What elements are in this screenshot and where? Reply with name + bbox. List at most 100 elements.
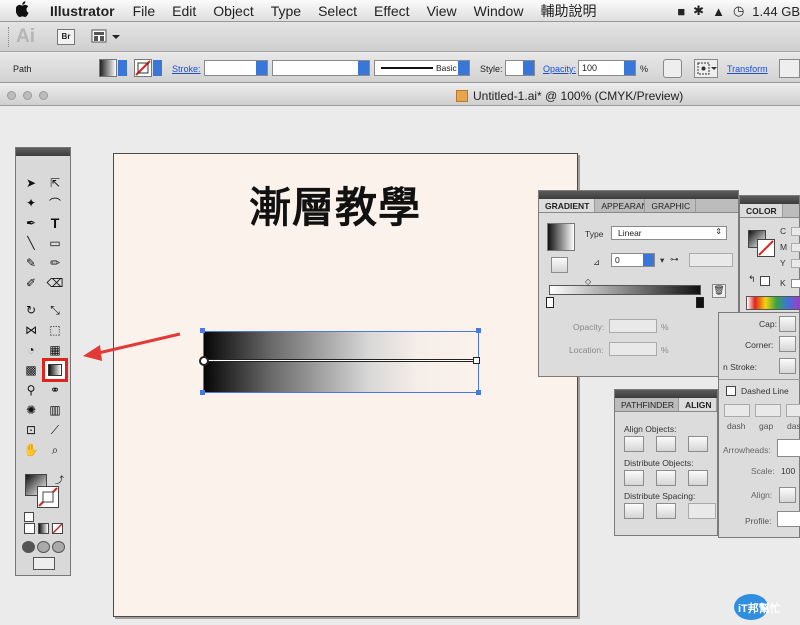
artboard[interactable]: 漸層教學	[113, 153, 578, 617]
width-tool-icon[interactable]: ⋈	[21, 321, 41, 339]
angle-menu-icon[interactable]: ▾	[660, 255, 664, 266]
dash-field-2[interactable]	[786, 404, 800, 417]
line-tool-icon[interactable]: ╲	[21, 234, 41, 252]
none-mode-icon[interactable]	[52, 523, 63, 534]
fill-swatch[interactable]	[99, 59, 117, 77]
trash-icon[interactable]: 🗑	[712, 284, 726, 298]
hand-tool-icon[interactable]: ✋	[21, 441, 41, 459]
chevron-down-icon[interactable]	[153, 60, 162, 76]
opacity-link[interactable]: Opacity:	[543, 64, 576, 74]
gradient-angle-field[interactable]: 0	[611, 253, 655, 267]
bridge-button[interactable]: Br	[57, 29, 75, 45]
spacing-field[interactable]	[688, 503, 716, 519]
dash-field-1[interactable]	[724, 404, 750, 417]
gradient-mode-icon[interactable]	[38, 523, 49, 534]
menu-window[interactable]: Window	[474, 3, 524, 19]
artboard-tool-icon[interactable]: ⊡	[21, 421, 41, 439]
draw-inside-icon[interactable]	[52, 541, 65, 553]
eraser-tool-icon[interactable]: ⌫	[45, 274, 65, 292]
slice-tool-icon[interactable]: ⟋	[45, 421, 65, 439]
profile-select[interactable]	[777, 511, 800, 527]
corner-miter-icon[interactable]	[779, 336, 796, 352]
variable-width-dropdown[interactable]	[272, 60, 370, 76]
distribute-top-icon[interactable]	[624, 470, 644, 486]
blend-tool-icon[interactable]: ⚭	[45, 381, 65, 399]
clock-icon[interactable]: ◷	[733, 3, 744, 19]
swap-fill-stroke-icon[interactable]: ⤴	[55, 473, 64, 486]
draw-normal-icon[interactable]	[22, 541, 35, 553]
zoom-tool-icon[interactable]: ⌕	[45, 441, 65, 459]
aspect-ratio-field[interactable]	[689, 253, 733, 267]
headline-text[interactable]: 漸層教學	[249, 174, 421, 235]
selection-tool-icon[interactable]: ➤	[21, 174, 41, 192]
shape-builder-tool-icon[interactable]: ◔	[21, 341, 41, 359]
scale-tool-icon[interactable]: ⤡	[45, 301, 65, 319]
pen-tool-icon[interactable]: ✒	[21, 214, 41, 232]
column-graph-tool-icon[interactable]: ▥	[45, 401, 65, 419]
panel-header[interactable]	[740, 196, 799, 204]
arrange-documents-button[interactable]	[91, 28, 123, 46]
gradient-type-select[interactable]: Linear ⇕	[611, 226, 727, 240]
channel-c-slider[interactable]	[791, 227, 800, 236]
distribute-middle-icon[interactable]	[656, 470, 676, 486]
panel-header[interactable]	[615, 390, 717, 398]
apple-icon[interactable]	[15, 0, 36, 21]
drive-icon[interactable]: ▲	[712, 4, 725, 19]
menu-view[interactable]: View	[427, 3, 457, 19]
stroke-swatch-dropdown[interactable]	[134, 59, 162, 77]
reverse-gradient-icon[interactable]	[551, 257, 568, 273]
lasso-tool-icon[interactable]: ⌒	[45, 194, 65, 212]
panel-header[interactable]	[539, 191, 738, 199]
tools-panel-header[interactable]	[16, 148, 70, 156]
align-right-icon[interactable]	[688, 436, 708, 452]
screen-mode-icon[interactable]	[33, 557, 55, 570]
gradient-tool-icon[interactable]	[42, 358, 68, 382]
symbol-sprayer-tool-icon[interactable]: ✺	[21, 401, 41, 419]
perspective-grid-tool-icon[interactable]: ▦	[45, 341, 65, 359]
align-arrows-icon[interactable]	[779, 487, 796, 503]
gradient-origin-handle[interactable]	[199, 356, 209, 366]
opacity-field[interactable]: 100	[578, 60, 636, 76]
menu-effect[interactable]: Effect	[374, 3, 410, 19]
stroke-none-swatch[interactable]	[134, 59, 152, 77]
menu-file[interactable]: File	[133, 3, 156, 19]
tab-graphic-styles[interactable]: GRAPHIC	[645, 199, 697, 212]
tab-color[interactable]: COLOR	[740, 204, 783, 217]
gradient-stop-black[interactable]	[696, 297, 704, 308]
stroke-link[interactable]: Stroke:	[172, 64, 201, 74]
menu-select[interactable]: Select	[318, 3, 357, 19]
color-mode-icon[interactable]	[24, 523, 35, 534]
menu-edit[interactable]: Edit	[172, 3, 196, 19]
minimize-window-button[interactable]	[23, 91, 32, 100]
stroke-color-box[interactable]	[37, 486, 59, 508]
color-spectrum-bar[interactable]	[746, 296, 800, 310]
recolor-artwork-icon[interactable]	[663, 59, 682, 78]
reference-point-icon[interactable]	[694, 59, 718, 78]
direct-selection-tool-icon[interactable]: ⇱	[45, 174, 65, 192]
stroke-weight-field[interactable]	[204, 60, 268, 76]
transform-link[interactable]: Transform	[727, 64, 768, 74]
mesh-tool-icon[interactable]: ▩	[21, 361, 41, 379]
channel-m-slider[interactable]	[791, 243, 800, 252]
arrowhead-start-select[interactable]	[777, 439, 800, 457]
graphic-style-dropdown[interactable]	[505, 60, 535, 76]
gradient-rectangle[interactable]	[199, 328, 481, 395]
app-menu[interactable]: Illustrator	[50, 3, 115, 19]
close-window-button[interactable]	[7, 91, 16, 100]
menu-type[interactable]: Type	[271, 3, 301, 19]
anchor-point[interactable]	[200, 328, 205, 333]
cap-butt-icon[interactable]	[779, 316, 796, 332]
zoom-window-button[interactable]	[39, 91, 48, 100]
star-icon[interactable]: ✱	[693, 3, 704, 19]
rotate-tool-icon[interactable]: ↻	[21, 301, 41, 319]
align-left-icon[interactable]	[624, 436, 644, 452]
brush-dropdown[interactable]: Basic	[374, 60, 470, 76]
grip-handle[interactable]	[8, 27, 11, 47]
align-center-icon[interactable]	[656, 436, 676, 452]
gradient-annotator-bar[interactable]	[205, 359, 477, 362]
free-transform-tool-icon[interactable]: ⬚	[45, 321, 65, 339]
tab-align[interactable]: ALIGN	[679, 398, 717, 411]
chevron-down-icon[interactable]	[118, 60, 127, 76]
camera-icon[interactable]: ■	[677, 4, 685, 19]
gap-field-1[interactable]	[755, 404, 781, 417]
